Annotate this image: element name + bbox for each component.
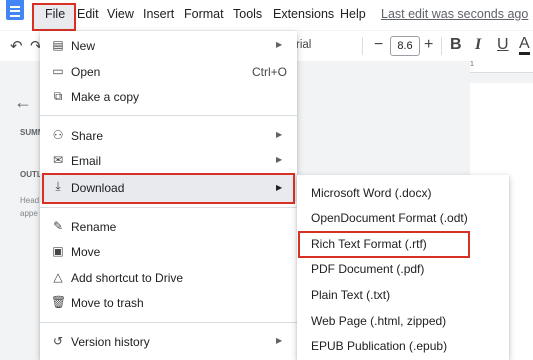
bold-button[interactable]: B — [450, 36, 462, 54]
file-menu-version-history[interactable]: ↺ Version history ▶ — [40, 329, 297, 355]
mail-icon: ✉ — [52, 153, 64, 167]
ruler[interactable]: 1 — [470, 61, 533, 73]
underline-button[interactable]: U — [497, 36, 509, 54]
file-menu-email-label: Email — [71, 154, 102, 168]
file-menu-new[interactable]: ▤ New ▶ — [40, 33, 297, 59]
file-menu-open-label: Open — [71, 65, 101, 79]
ruler-mark: 1 — [470, 61, 474, 68]
file-menu-make-copy[interactable]: ⧉ Make a copy — [40, 84, 297, 110]
menu-divider — [40, 322, 297, 323]
increase-font-size-button[interactable]: + — [424, 36, 433, 54]
menu-edit[interactable]: Edit — [77, 7, 99, 21]
rtf-highlight — [298, 231, 470, 258]
folder-icon: ▭ — [52, 64, 64, 78]
person-add-icon: ⚇ — [52, 128, 64, 142]
download-html-label: Web Page (.html, zipped) — [311, 314, 447, 328]
download-odt-label: OpenDocument Format (.odt) — [311, 211, 468, 225]
download-submenu: Microsoft Word (.docx) OpenDocument Form… — [297, 175, 509, 360]
submenu-arrow-icon: ▶ — [276, 336, 283, 345]
submenu-arrow-icon: ▶ — [276, 155, 283, 164]
file-menu-share-label: Share — [71, 129, 104, 143]
outline-heading: OUTL — [20, 170, 42, 179]
menu-help[interactable]: Help — [340, 7, 366, 21]
new-document-icon: ▤ — [52, 38, 64, 52]
submenu-arrow-icon: ▶ — [276, 130, 283, 139]
menubar: File Edit View Insert Format Tools Exten… — [0, 0, 533, 31]
menu-view[interactable]: View — [107, 7, 134, 21]
file-menu-add-shortcut-label: Add shortcut to Drive — [71, 271, 184, 285]
file-menu-share[interactable]: ⚇ Share ▶ — [40, 123, 297, 149]
toolbar-divider — [362, 37, 363, 55]
download-docx[interactable]: Microsoft Word (.docx) — [297, 180, 509, 206]
text-color-button[interactable]: A — [519, 36, 530, 55]
file-menu-version-history-label: Version history — [71, 335, 150, 349]
download-odt[interactable]: OpenDocument Format (.odt) — [297, 205, 509, 231]
last-edit-link[interactable]: Last edit was seconds ago — [381, 7, 528, 21]
undo-icon[interactable]: ↶ — [10, 37, 23, 55]
drive-shortcut-icon: △ — [53, 270, 63, 284]
menu-tools[interactable]: Tools — [233, 7, 262, 21]
outline-hint-line1: Head — [20, 196, 40, 205]
file-menu-move[interactable]: ▣ Move — [40, 239, 297, 265]
download-pdf-label: PDF Document (.pdf) — [311, 262, 425, 276]
file-menu-move-trash[interactable]: 🗑 Move to trash — [40, 290, 297, 316]
toolbar-divider — [441, 37, 442, 55]
file-menu-open[interactable]: ▭ Open Ctrl+O — [40, 59, 297, 85]
file-menu-email[interactable]: ✉ Email ▶ — [40, 148, 297, 174]
download-txt-label: Plain Text (.txt) — [311, 288, 391, 302]
menu-file[interactable]: File — [45, 7, 65, 21]
history-icon: ↺ — [52, 334, 64, 348]
file-menu-new-label: New — [71, 39, 96, 53]
menu-format[interactable]: Format — [184, 7, 224, 21]
file-menu-add-shortcut[interactable]: △ Add shortcut to Drive — [40, 265, 297, 291]
download-epub-label: EPUB Publication (.epub) — [311, 339, 448, 353]
back-arrow-icon[interactable]: ← — [14, 92, 32, 113]
menu-divider — [40, 115, 297, 116]
download-docx-label: Microsoft Word (.docx) — [311, 186, 432, 200]
download-html[interactable]: Web Page (.html, zipped) — [297, 308, 509, 334]
submenu-arrow-icon: ▶ — [276, 40, 283, 49]
download-pdf[interactable]: PDF Document (.pdf) — [297, 256, 509, 282]
menu-divider — [40, 207, 297, 208]
italic-button[interactable]: I — [475, 36, 481, 54]
open-shortcut: Ctrl+O — [252, 65, 288, 79]
trash-icon: 🗑 — [51, 295, 67, 309]
download-epub[interactable]: EPUB Publication (.epub) — [297, 333, 509, 359]
move-folder-icon: ▣ — [52, 244, 64, 258]
file-menu-rename-label: Rename — [71, 220, 117, 234]
rename-pencil-icon: ✎ — [52, 219, 64, 233]
file-menu-move-label: Move — [71, 245, 101, 259]
download-txt[interactable]: Plain Text (.txt) — [297, 282, 509, 308]
font-family-select[interactable]: rial — [296, 39, 311, 51]
outline-hint-line2: appe — [20, 209, 38, 218]
file-menu-make-copy-label: Make a copy — [71, 90, 140, 104]
file-menu-rename[interactable]: ✎ Rename — [40, 214, 297, 240]
decrease-font-size-button[interactable]: − — [374, 36, 383, 54]
copy-icon: ⧉ — [53, 89, 63, 103]
menu-extensions[interactable]: Extensions — [273, 7, 334, 21]
menu-insert[interactable]: Insert — [143, 7, 174, 21]
docs-logo-icon[interactable] — [6, 0, 24, 20]
file-menu-move-trash-label: Move to trash — [71, 296, 144, 310]
download-highlight — [42, 173, 295, 204]
font-size-input[interactable]: 8.6 — [390, 36, 420, 56]
